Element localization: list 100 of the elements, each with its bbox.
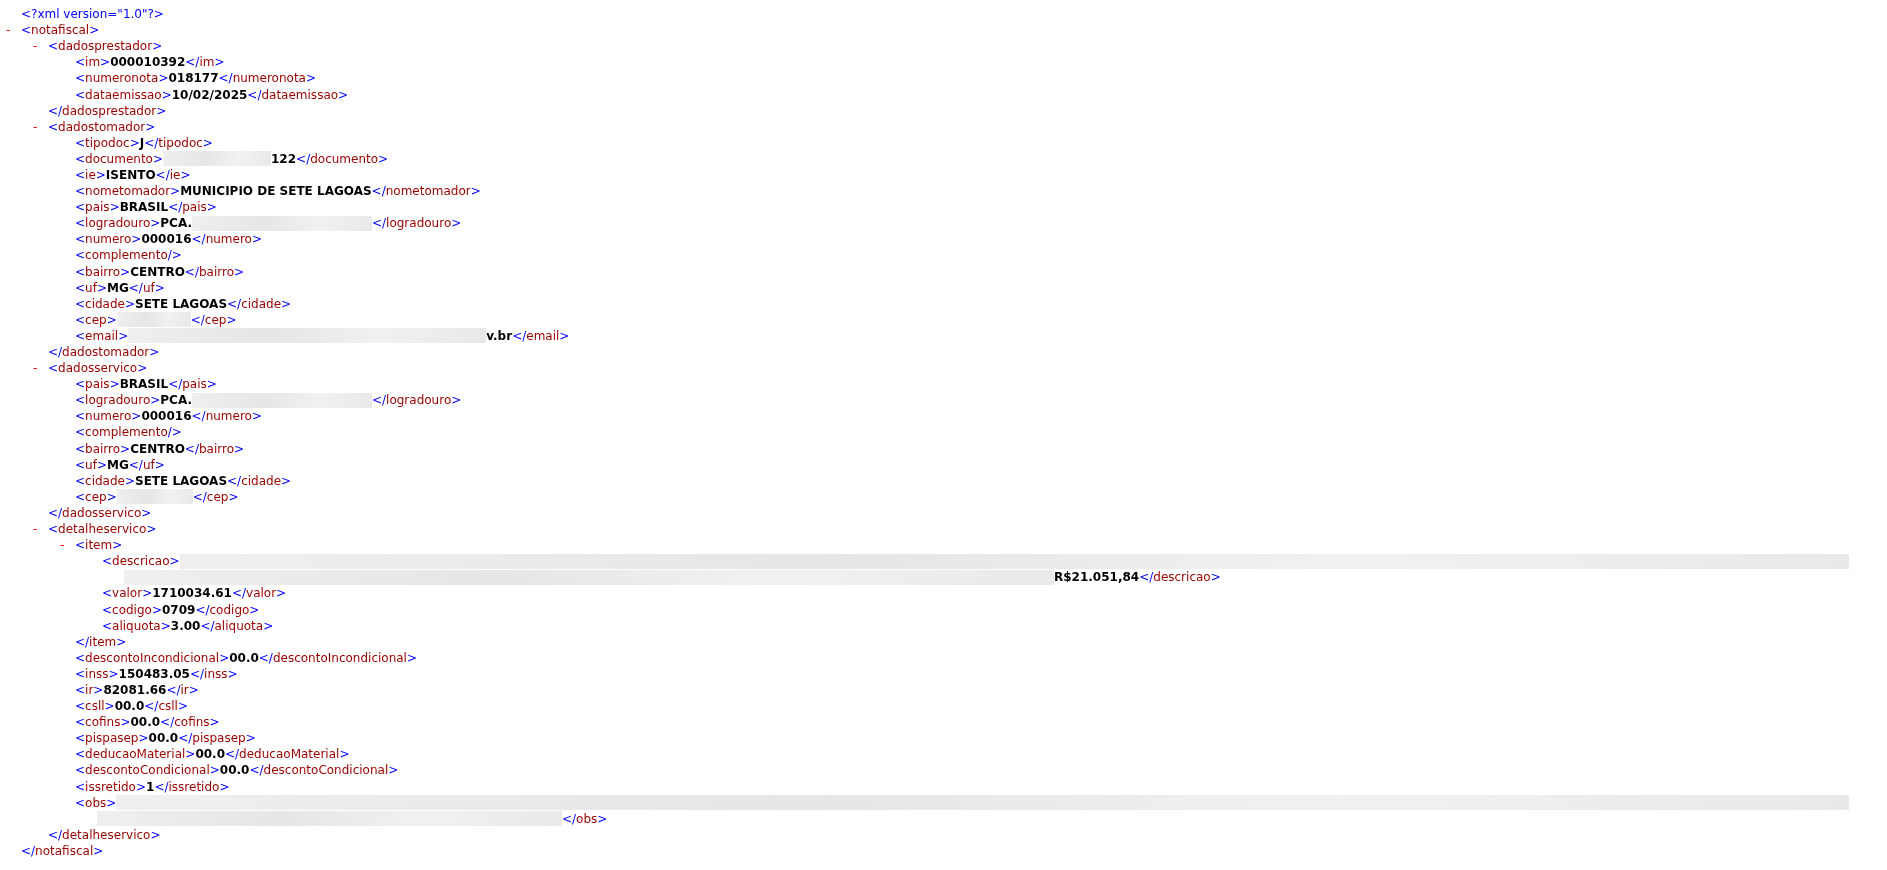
xml-tag: <numeronota> (75, 71, 169, 86)
xml-tag: <cep> (75, 312, 117, 327)
xml-value: 000016 (141, 232, 192, 247)
xml-tag: <pispasep> (75, 731, 149, 746)
xml-tag: </uf> (128, 280, 165, 295)
xml-tag: <issretido> (75, 779, 146, 794)
xml-tag: </cidade> (227, 473, 292, 488)
xml-tag: <nometomador> (75, 184, 181, 199)
collapse-toggle[interactable]: - (60, 539, 65, 552)
xml-tag: <detalheservico> (48, 522, 157, 537)
xml-value: 00.0 (195, 747, 225, 762)
xml-tag: <aliquota> (102, 618, 171, 633)
xml-tag: </cep> (192, 489, 239, 504)
collapse-toggle[interactable]: - (33, 362, 38, 375)
xml-tag: </descontoCondicional> (249, 763, 399, 778)
xml-tag: </deducaoMaterial> (225, 747, 350, 762)
xml-tag: <complemento/> (75, 248, 182, 263)
xml-tag: </cep> (190, 312, 237, 327)
xml-tag: </dadosprestador> (48, 103, 167, 118)
xml-tag: </bairro> (184, 264, 245, 279)
xml-value: MG (106, 457, 129, 472)
xml-tag: <logradouro> (75, 393, 161, 408)
xml-tag: <dadostomador> (48, 119, 156, 134)
xml-value: 00.0 (130, 715, 161, 730)
xml-tag: </issretido> (154, 779, 230, 794)
xml-tag: </im> (185, 55, 225, 70)
xml-tag: <descricao> (102, 554, 180, 569)
xml-tag: </valor> (231, 586, 287, 601)
xml-tag: <inss> (75, 666, 119, 681)
xml-tag: <ir> (75, 683, 104, 697)
xml-tag: <deducaoMaterial> (75, 747, 196, 762)
xml-value: 1710034.61 (152, 586, 232, 601)
xml-tag: </obs> (562, 811, 608, 826)
xml-tag: <csll> (75, 699, 115, 714)
xml-value: CENTRO (130, 264, 185, 279)
xml-tag: <dadosservico> (48, 361, 148, 376)
xml-tag: </ir> (166, 683, 199, 697)
xml-tag: <documento> (75, 151, 163, 166)
xml-tag: <im> (75, 55, 111, 70)
xml-value: 10/02/2025 (171, 87, 248, 102)
xml-value: PCA. (160, 393, 192, 408)
xml-tag: <dadosprestador> (48, 39, 163, 54)
xml-value: 000016 (141, 409, 192, 424)
xml-value: 018177 (168, 71, 219, 86)
xml-tag: <tipodoc> (75, 135, 140, 150)
collapse-toggle[interactable]: - (33, 523, 38, 536)
xml-tag: <dataemissao> (75, 87, 172, 102)
collapse-toggle[interactable]: - (33, 120, 38, 133)
xml-tag: <cidade> (75, 296, 136, 311)
xml-value: 3.00 (170, 618, 201, 633)
xml-tag: </uf> (128, 457, 165, 472)
xml-tag: </aliquota> (200, 618, 274, 633)
xml-tag: </cofins> (160, 715, 220, 730)
xml-tag: </nometomador> (371, 184, 481, 199)
xml-value: 00.0 (114, 699, 145, 714)
xml-tag: <uf> (75, 280, 107, 295)
xml-tag: <bairro> (75, 441, 131, 456)
xml-tag: </dataemissao> (247, 87, 349, 102)
xml-tag: </ie> (155, 168, 191, 182)
xml-tag: </logradouro> (371, 216, 462, 231)
xml-value: CENTRO (130, 441, 185, 456)
xml-value: v.br (486, 328, 513, 343)
xml-value: 0709 (162, 602, 196, 617)
xml-tag: </numeronota> (218, 71, 317, 86)
xml-tag: <obs> (75, 795, 117, 810)
xml-tag: <notafiscal> (21, 23, 100, 38)
collapse-toggle[interactable]: - (33, 40, 38, 53)
xml-value: MG (106, 280, 129, 295)
xml-tag: </pispasep> (178, 731, 256, 746)
xml-tag: </item> (75, 634, 127, 649)
xml-tag: </csll> (144, 699, 188, 714)
xml-tag: </codigo> (195, 602, 260, 617)
xml-tag: <valor> (102, 586, 153, 601)
xml-tag: <bairro> (75, 264, 131, 279)
xml-tag: </documento> (296, 151, 389, 166)
xml-tag: </email> (512, 328, 570, 343)
xml-tag: <cep> (75, 489, 117, 504)
xml-tag: <item> (75, 538, 123, 553)
xml-tag: </numero> (191, 232, 262, 247)
xml-value: SETE LAGOAS (135, 473, 228, 488)
xml-value: R$21.051,84 (1054, 570, 1140, 585)
collapse-toggle[interactable]: - (6, 24, 11, 37)
xml-tag: <uf> (75, 457, 107, 472)
xml-tag: </bairro> (184, 441, 245, 456)
xml-value: 00.0 (229, 650, 259, 665)
xml-tag: <ie> (75, 168, 106, 182)
xml-value: 00.0 (148, 731, 179, 746)
xml-tag: </tipodoc> (144, 135, 213, 150)
xml-tag: </inss> (189, 666, 238, 681)
xml-tag: </cidade> (227, 296, 292, 311)
xml-tag: </detalheservico> (48, 827, 161, 842)
xml-tag: </descricao> (1139, 570, 1221, 585)
xml-tag: </numero> (191, 409, 262, 424)
xml-tag: </descontoIncondicional> (258, 650, 418, 665)
xml-value: 00.0 (219, 763, 250, 778)
xml-tag: <numero> (75, 232, 142, 247)
xml-tag: <codigo> (102, 602, 162, 617)
xml-value: 150483.05 (118, 666, 190, 681)
xml-value: BRASIL (119, 200, 169, 215)
xml-tag: <descontoCondicional> (75, 763, 220, 778)
